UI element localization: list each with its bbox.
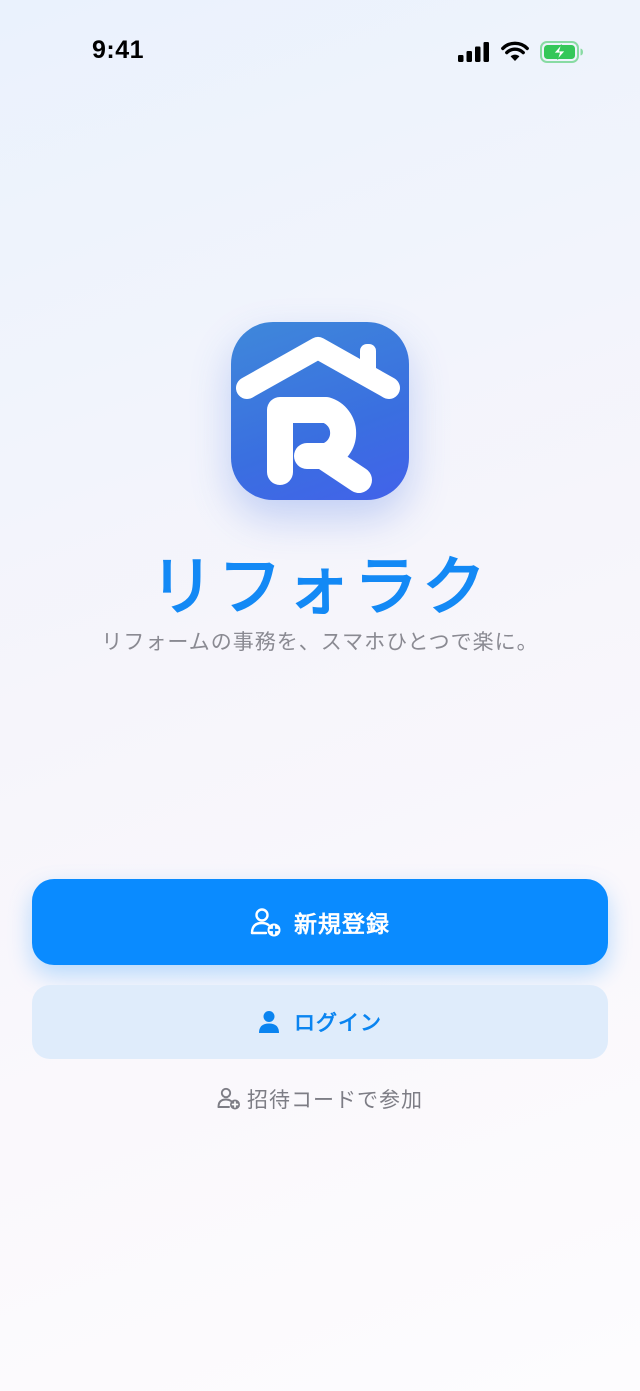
app-name: リフォラク <box>150 551 490 625</box>
person-add-icon <box>217 1087 240 1110</box>
status-time: 9:41 <box>92 36 145 64</box>
login-label: ログイン <box>294 1011 382 1035</box>
cellular-signal-icon <box>458 42 489 62</box>
login-button[interactable]: ログイン <box>32 985 608 1059</box>
tagline: リフォームの事務を、スマホひとつで楽に。 <box>101 630 539 654</box>
wifi-icon <box>501 41 529 61</box>
app-icon <box>231 322 409 500</box>
person-icon <box>259 1011 279 1033</box>
invite-code-link[interactable]: 招待コードで参加 <box>0 1082 640 1116</box>
signup-label: 新規登録 <box>294 912 390 938</box>
house-r-logo-icon <box>236 337 400 493</box>
status-bar: 9:41 <box>0 0 640 100</box>
invite-label: 招待コードで参加 <box>247 1088 423 1112</box>
battery-charging-icon <box>540 41 583 63</box>
person-add-icon <box>250 908 281 937</box>
signup-button[interactable]: 新規登録 <box>32 879 608 965</box>
